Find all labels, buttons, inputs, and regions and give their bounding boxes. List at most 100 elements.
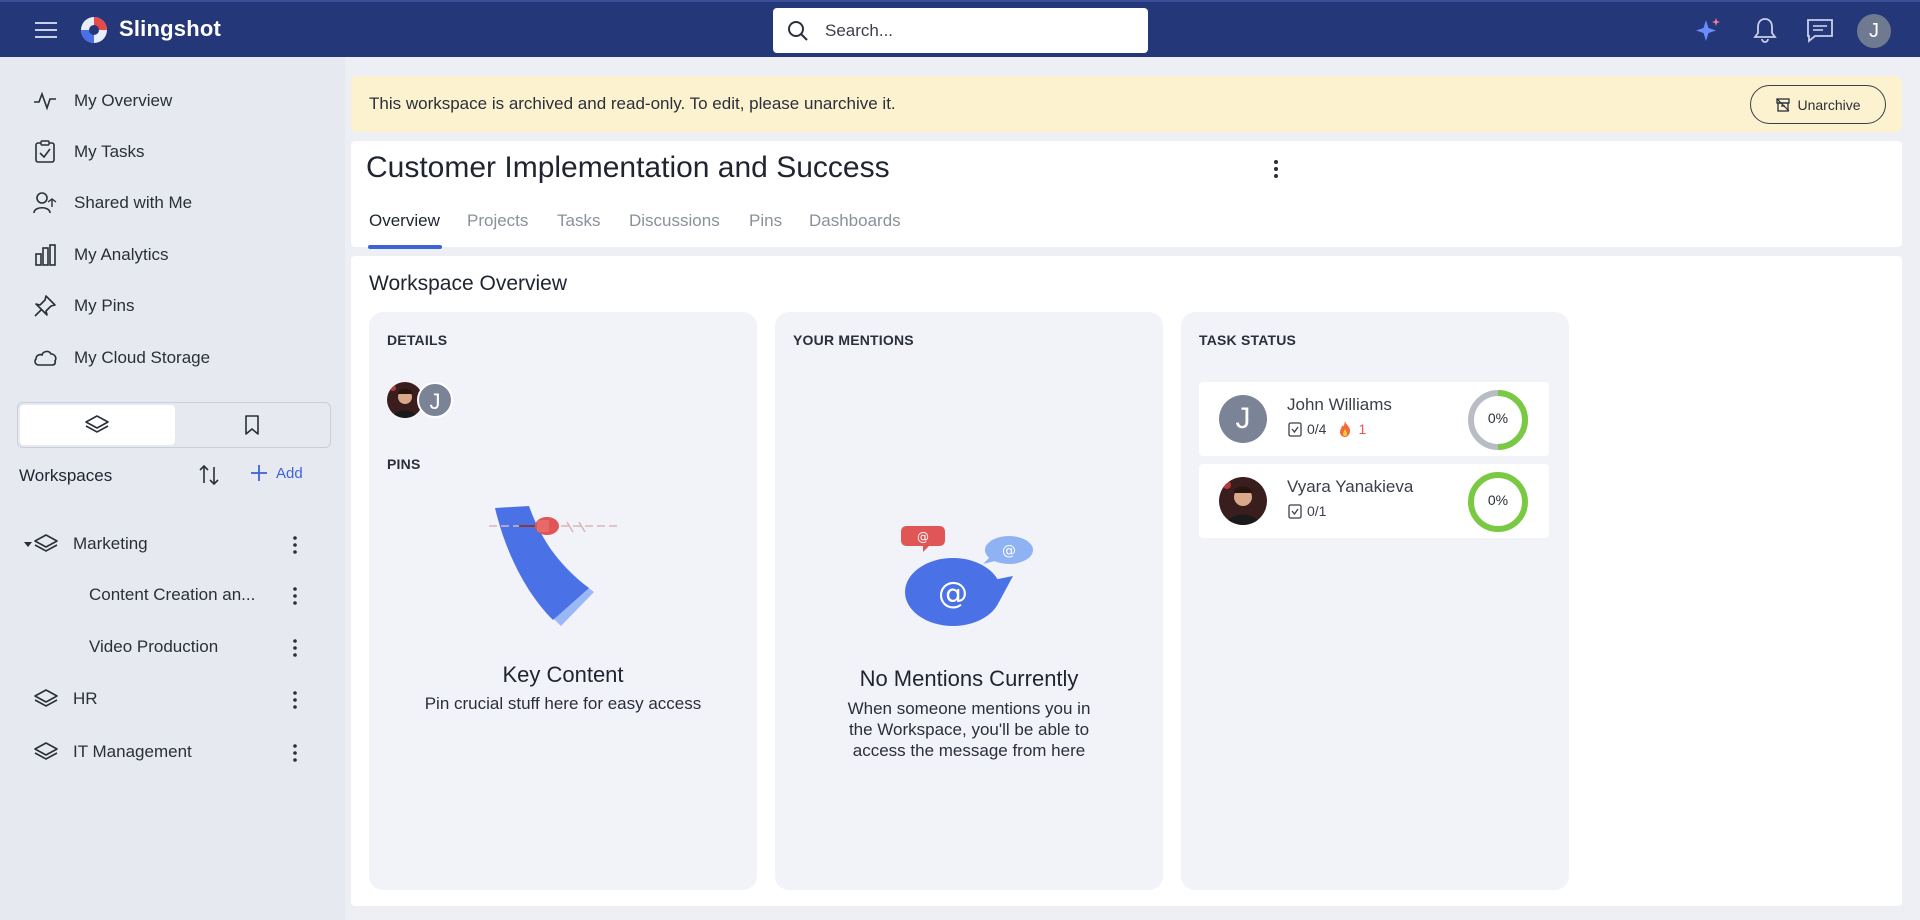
svg-text:@: @ xyxy=(917,530,929,544)
pins-label: PINS xyxy=(387,456,421,472)
task-check-icon xyxy=(1288,504,1302,519)
search-input[interactable] xyxy=(825,8,1135,53)
mentions-bubbles-illustration: @ @ @ xyxy=(901,526,1033,626)
search-box[interactable] xyxy=(773,8,1148,53)
nav-my-cloud-storage[interactable]: My Cloud Storage xyxy=(32,341,332,375)
plus-icon xyxy=(251,465,267,481)
nav-shared-with-me[interactable]: Shared with Me xyxy=(32,186,332,220)
layers-icon xyxy=(34,742,58,760)
member-name: John Williams xyxy=(1287,395,1392,414)
details-panel: DETAILS J PINS Key Content Pin crucial s… xyxy=(369,312,757,890)
progress-percent: 0% xyxy=(1487,492,1509,508)
task-check-icon xyxy=(35,140,55,163)
workspace-item-video-production[interactable]: Video Production xyxy=(89,630,218,664)
task-count-value: 0/4 xyxy=(1307,421,1327,437)
unarchive-button[interactable]: Unarchive xyxy=(1750,85,1886,124)
workspace-item-content-creation[interactable]: Content Creation an... xyxy=(89,578,255,612)
workspace-options-kebab-icon[interactable] xyxy=(288,584,302,608)
member-avatar[interactable]: J xyxy=(417,382,453,418)
add-workspace-button[interactable]: Add xyxy=(248,462,303,484)
layers-icon xyxy=(34,689,58,707)
nav-my-analytics[interactable]: My Analytics xyxy=(32,238,332,272)
sidebar: My Overview My Tasks Shared with Me My A… xyxy=(0,57,345,920)
mentions-empty-line-2: the Workspace, you'll be able to xyxy=(848,720,1090,739)
member-name: Vyara Yanakieva xyxy=(1287,477,1414,496)
nav-label: My Cloud Storage xyxy=(74,348,211,367)
nav-my-pins[interactable]: My Pins xyxy=(32,289,332,323)
top-bar: Slingshot J xyxy=(0,0,1920,57)
notifications-bell-icon[interactable] xyxy=(1752,16,1778,44)
workspace-item-hr[interactable]: HR xyxy=(33,682,98,716)
unarchive-label: Unarchive xyxy=(1797,96,1861,113)
tab-discussions[interactable]: Discussions xyxy=(629,211,720,231)
workspace-options-kebab-icon[interactable] xyxy=(288,688,302,712)
archive-box-icon xyxy=(1776,97,1791,112)
layers-icon xyxy=(34,534,58,552)
workspace-options-kebab-icon[interactable] xyxy=(288,741,302,765)
mentions-panel: YOUR MENTIONS @ @ @ No Mentions Currentl… xyxy=(775,312,1163,890)
mentions-empty-line-3: access the message from here xyxy=(852,741,1086,760)
member-avatar-photo xyxy=(1219,477,1267,525)
tab-tasks[interactable]: Tasks xyxy=(557,211,600,231)
section-title: Workspace Overview xyxy=(369,272,568,295)
svg-text:@: @ xyxy=(938,576,968,611)
task-count: 0/4 1 xyxy=(1287,420,1366,438)
progress-ring: 0% xyxy=(1466,388,1530,452)
slingshot-logo-icon[interactable] xyxy=(79,15,109,45)
sort-icon[interactable] xyxy=(196,462,222,488)
mentions-label: YOUR MENTIONS xyxy=(793,332,914,348)
hamburger-menu-icon[interactable] xyxy=(33,19,59,41)
workspace-more-options-icon[interactable] xyxy=(1269,156,1283,182)
workspace-label: Video Production xyxy=(89,637,219,656)
cloud-icon xyxy=(34,350,57,366)
chat-messages-icon[interactable] xyxy=(1805,16,1835,44)
pin-icon xyxy=(34,295,56,317)
workspace-options-kebab-icon[interactable] xyxy=(288,636,302,660)
mentions-empty-line-1: When someone mentions you in xyxy=(847,699,1091,718)
pinned-document-illustration xyxy=(489,506,621,626)
sidebar-view-toggle xyxy=(17,402,331,448)
overdue-count: 1 xyxy=(1358,421,1367,437)
workspace-label: HR xyxy=(73,689,98,708)
workspace-header: Customer Implementation and Success Over… xyxy=(351,141,1902,249)
tab-dashboards[interactable]: Dashboards xyxy=(809,211,901,231)
task-status-panel: TASK STATUS J John Williams 0/4 1 0% Vya… xyxy=(1181,312,1569,890)
tab-projects[interactable]: Projects xyxy=(467,211,528,231)
workspaces-heading: Workspaces xyxy=(19,466,113,485)
workspace-label: Content Creation an... xyxy=(89,585,256,604)
activity-icon xyxy=(34,91,56,111)
layers-icon xyxy=(85,415,109,433)
nav-my-tasks[interactable]: My Tasks xyxy=(32,135,332,169)
ai-sparkle-icon[interactable] xyxy=(1693,16,1723,46)
task-check-icon xyxy=(1288,422,1302,437)
user-avatar[interactable]: J xyxy=(1857,14,1891,48)
tab-overview[interactable]: Overview xyxy=(369,211,440,231)
bookmarks-view-tab[interactable] xyxy=(178,405,328,445)
svg-text:@: @ xyxy=(1002,543,1016,559)
mentions-empty-title: No Mentions Currently xyxy=(859,666,1079,691)
shared-user-icon xyxy=(33,192,57,214)
nav-label: My Analytics xyxy=(74,245,169,264)
add-label: Add xyxy=(276,464,303,482)
fire-overdue-icon xyxy=(1340,421,1351,437)
active-tab-indicator xyxy=(368,245,442,249)
archived-message: This workspace is archived and read-only… xyxy=(369,94,896,113)
brand-name[interactable]: Slingshot xyxy=(119,16,221,42)
page-title: Customer Implementation and Success xyxy=(366,151,890,184)
nav-label: Shared with Me xyxy=(74,193,193,212)
workspace-label: IT Management xyxy=(73,742,192,761)
pins-empty-subtitle: Pin crucial stuff here for easy access xyxy=(424,694,702,713)
nav-my-overview[interactable]: My Overview xyxy=(32,84,332,118)
task-status-row[interactable]: Vyara Yanakieva 0/1 0% xyxy=(1199,464,1549,538)
details-label: DETAILS xyxy=(387,332,448,348)
workspace-overview-section: Workspace Overview DETAILS J PINS Key Co… xyxy=(351,256,1902,906)
tab-pins[interactable]: Pins xyxy=(749,211,782,231)
member-avatar: J xyxy=(1219,395,1267,443)
progress-percent: 0% xyxy=(1487,410,1509,426)
workspaces-view-tab[interactable] xyxy=(20,405,175,445)
task-status-row[interactable]: J John Williams 0/4 1 0% xyxy=(1199,382,1549,456)
nav-label: My Overview xyxy=(74,91,173,110)
workspace-options-kebab-icon[interactable] xyxy=(288,533,302,557)
workspace-item-marketing[interactable]: Marketing xyxy=(23,527,148,561)
workspace-item-it-management[interactable]: IT Management xyxy=(33,735,192,769)
